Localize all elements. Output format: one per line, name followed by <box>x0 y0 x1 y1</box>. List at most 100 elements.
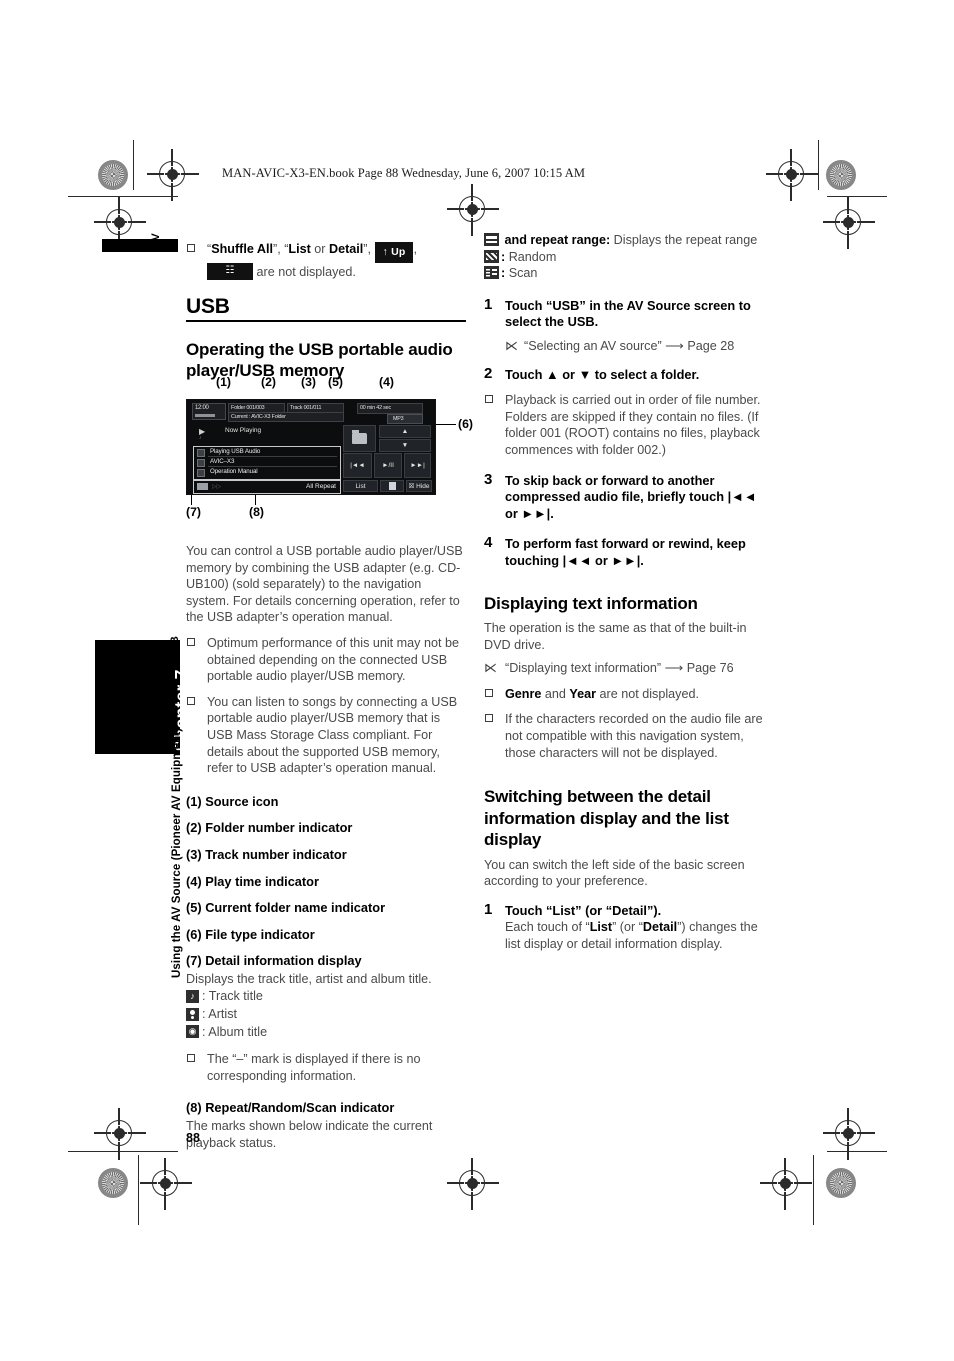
step-1-av-source: AV Source <box>626 297 691 313</box>
source-icon-bar <box>195 414 215 417</box>
scan-icon <box>484 266 499 280</box>
note-bullet-icon <box>187 244 195 252</box>
side-running-head: Using the AV Source (Pioneer AV Equipmen… <box>171 727 183 978</box>
note-bullet-icon <box>485 688 493 697</box>
step-2-note-text: Playback is carried out in order of file… <box>505 393 761 457</box>
registration-mark-right-upper <box>823 197 875 249</box>
genre-year-tail: are not displayed. <box>596 686 699 701</box>
list-mode-icon: ☷ <box>225 265 235 277</box>
current-folder-name-indicator: Current : AVIC-X3 Folder <box>228 412 344 422</box>
dash-mark-note: The “–” mark is displayed if there is no… <box>186 1051 466 1084</box>
list-mode-key-button[interactable]: ☷ <box>207 262 253 280</box>
crop-line-right-upper-horizontal <box>827 196 887 198</box>
genre-year-note: Genre and Year are not displayed. <box>484 686 764 703</box>
detail-row-album-text: Operation Manual <box>210 468 258 475</box>
display-mode-button[interactable] <box>380 480 404 492</box>
indicator-random-text: Random <box>505 249 557 264</box>
crop-line-top-right-vertical <box>818 140 820 190</box>
person-icon <box>186 1007 199 1021</box>
note-bullet-icon <box>485 395 493 404</box>
note-bullet-icon <box>485 714 493 723</box>
step-2-number: 2 <box>484 364 493 382</box>
detail-icon-artist-label: : Artist <box>202 1007 237 1022</box>
caption-8-repeat-random-scan: (8) Repeat/Random/Scan indicator <box>186 1100 395 1116</box>
up-key-button[interactable]: ↑ Up <box>374 242 414 263</box>
registration-mark-bottom-left <box>140 1158 192 1210</box>
page-title-usb: USB <box>186 296 466 322</box>
folder-down-button[interactable]: ▼ <box>379 439 431 452</box>
registration-mark-top-left <box>147 149 199 201</box>
arrow-right-icon: ⟶ <box>664 660 684 676</box>
genre-label: Genre <box>505 686 542 701</box>
indicator-repeat-range-text: Displays the repeat range <box>610 233 758 247</box>
top-note-list: List <box>288 242 311 256</box>
track-number-text: Track 001/011 <box>290 404 322 411</box>
music-note-icon: ♪ <box>186 990 199 1004</box>
usb-intro-paragraph: You can control a USB portable audio pla… <box>186 544 463 625</box>
step-4: 4 To perform fast forward or rewind, kee… <box>484 534 764 569</box>
registration-mark-left-upper <box>94 197 146 249</box>
device-screen-illustration: 12:00 Folder 001/003 Track 001/011 Curre… <box>186 399 436 495</box>
page-number: 88 <box>186 1131 200 1145</box>
caption-2-folder-number: (2) Folder number indicator <box>186 820 353 836</box>
displaying-text-reference-title: “Displaying text information” <box>505 661 662 676</box>
folder-button[interactable] <box>343 425 376 452</box>
step-switching-1-number: 1 <box>484 900 493 918</box>
music-note-icon <box>197 448 205 457</box>
indicator-scan-text: Scan <box>505 266 538 281</box>
step-switching-1: 1 Touch “List” (or “Detail”). Each touch… <box>484 900 764 953</box>
step-4-heading: To perform fast forward or rewind, keep … <box>505 536 746 568</box>
previous-track-button[interactable]: |◄◄ <box>343 453 372 478</box>
now-playing-banner: ▶ Now Playing ♪ <box>195 425 337 443</box>
hide-button[interactable]: ☒ Hide <box>406 480 432 492</box>
switching-body-mid: ” (or “ <box>612 920 643 935</box>
registration-mark-bottom-right <box>760 1158 812 1210</box>
caption-3-track-number: (3) Track number indicator <box>186 846 347 862</box>
play-pause-button[interactable]: ►/II <box>374 453 402 478</box>
folder-number-text: Folder 001/003 <box>231 404 265 411</box>
caption-7-description: Displays the track title, artist and alb… <box>186 971 432 986</box>
print-star-mark-bottom-left <box>98 1168 128 1198</box>
leader-line-8 <box>255 495 256 505</box>
detail-icon-track-title-label: : Track title <box>202 989 263 1004</box>
left-column-lower: You can control a USB portable audio pla… <box>186 543 466 1151</box>
list-button[interactable]: List <box>343 480 378 492</box>
caption-7-detail-information: (7) Detail information display <box>186 953 362 969</box>
av-tab-label: AV <box>150 232 162 248</box>
callout-4: (4) <box>379 375 395 389</box>
displaying-text-body: The operation is the same as that of the… <box>484 621 747 652</box>
usb-note-2-text: You can listen to songs by connecting a … <box>207 694 458 776</box>
detail-row-track: Playing USB Audio <box>194 447 340 457</box>
step-2: 2 Touch ▲ or ▼ to select a folder. Playb… <box>484 364 764 459</box>
detail-icon-album-title-label: : Album title <box>202 1024 268 1039</box>
caption-1-source-icon: (1) Source icon <box>186 793 279 809</box>
step-switching-1-body: Each touch of “List” (or “Detail”) chang… <box>505 919 764 952</box>
step-1-mid: ” in the <box>579 297 627 313</box>
folder-icon <box>352 430 367 444</box>
incompatible-characters-note-text: If the characters recorded on the audio … <box>505 712 763 760</box>
repeat-icon <box>197 483 208 490</box>
callout-5: (5) <box>328 375 344 389</box>
caption-8-description: The marks shown below indicate the curre… <box>186 1119 433 1150</box>
folder-up-button[interactable]: ▲ <box>379 425 431 438</box>
switching-display-body: You can switch the left side of the basi… <box>484 857 745 889</box>
step-1: 1 Touch “USB” in the AV Source screen to… <box>484 296 764 355</box>
disc-icon: ◉ <box>186 1025 199 1039</box>
step-4-number: 4 <box>484 534 493 552</box>
next-track-button[interactable]: ►►| <box>404 453 431 478</box>
reference-curve-icon: ⋉ <box>505 337 518 353</box>
crop-line-bottom-right-vertical <box>813 1155 815 1225</box>
dash-mark-note-text: The “–” mark is displayed if there is no… <box>207 1052 421 1083</box>
step-2-note: Playback is carried out in order of file… <box>484 392 764 458</box>
list-mode-icon <box>388 482 396 490</box>
print-star-mark-bottom-right <box>826 1168 856 1198</box>
top-note-part3: ”, <box>363 242 371 256</box>
registration-mark-top-right <box>766 149 818 201</box>
indicator-repeat-range: and repeat range: Displays the repeat ra… <box>484 232 764 249</box>
callout-7: (7) <box>186 505 202 519</box>
detail-information-display: Playing USB Audio AVIC–X3 Operation Manu… <box>193 446 341 480</box>
detail-row-album: Operation Manual <box>194 467 340 477</box>
leader-line-6 <box>436 424 456 425</box>
detail-row-artist: AVIC–X3 <box>194 457 340 467</box>
right-column: and repeat range: Displays the repeat ra… <box>484 232 764 953</box>
